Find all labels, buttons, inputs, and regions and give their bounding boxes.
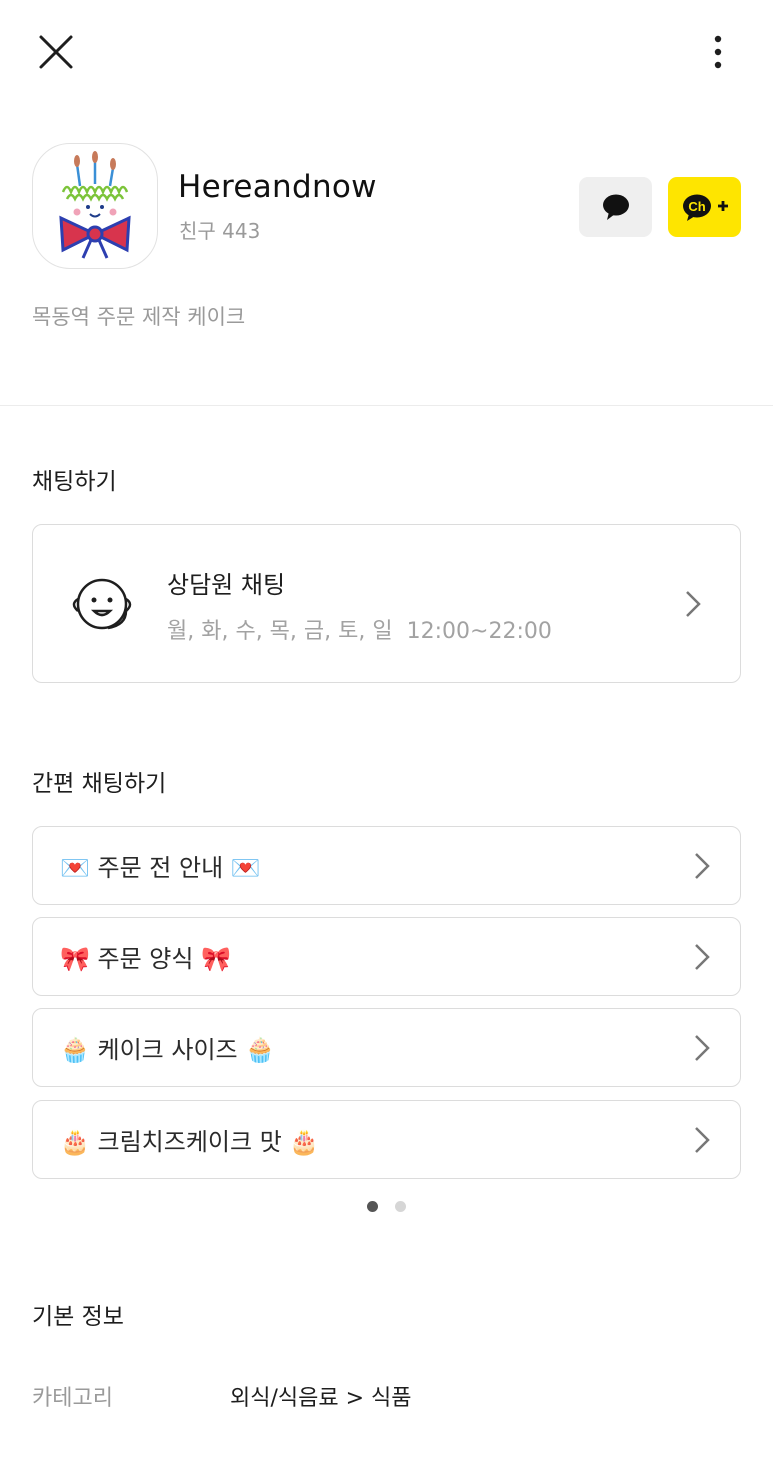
close-icon [39,35,73,69]
page-dot-inactive[interactable] [395,1201,406,1212]
quick-chat-item-order-form[interactable]: 🎀 주문 양식 🎀 [32,917,741,996]
page-indicator [367,1201,407,1213]
quick-chat-item-order-guide[interactable]: 💌 주문 전 안내 💌 [32,826,741,905]
more-vertical-icon [714,35,722,69]
channel-profile: Hereandnow 친구 443 Ch [0,143,773,273]
quick-chat-item-label: 🎀 주문 양식 🎀 [60,945,231,973]
friend-number: 443 [222,219,261,243]
quick-chat-item-cream-cheese-flavor[interactable]: 🎂 크림치즈케이크 맛 🎂 [32,1100,741,1179]
category-value: 외식/식음료 > 식품 [230,1386,412,1411]
quick-chat-item-label: 🧁 케이크 사이즈 🧁 [60,1036,276,1064]
chevron-right-icon [695,1035,710,1061]
chevron-right-icon [695,853,710,879]
category-label: 카테고리 [32,1386,113,1411]
agent-chat-title: 상담원 채팅 [167,571,286,599]
top-bar [0,0,773,105]
category-row: 카테고리 외식/식음료 > 식품 [0,1380,773,1411]
agent-chat-card[interactable]: 상담원 채팅 월, 화, 수, 목, 금, 토, 일 12:00~22:00 [32,524,741,683]
more-options-button[interactable] [700,30,736,74]
friend-label: 친구 [179,219,216,243]
chat-button[interactable] [579,177,652,237]
close-button[interactable] [36,32,76,72]
channel-add-icon: Ch [682,194,728,221]
channel-description: 목동역 주문 제작 케이크 [32,305,246,329]
agent-face-icon [72,578,132,630]
chat-section-title: 채팅하기 [32,469,117,495]
add-channel-button[interactable]: Ch [668,177,741,237]
agent-chat-time: 12:00~22:00 [406,619,552,644]
agent-chat-days: 월, 화, 수, 목, 금, 토, 일 [167,619,393,644]
channel-avatar[interactable] [32,143,158,269]
chevron-right-icon [695,1127,710,1153]
page-dot-active[interactable] [367,1201,378,1212]
friend-count: 친구 443 [179,215,260,244]
section-divider [0,405,773,406]
quick-chat-item-cake-size[interactable]: 🧁 케이크 사이즈 🧁 [32,1008,741,1087]
svg-text:Ch: Ch [688,199,705,214]
chevron-right-icon [686,591,701,617]
cake-mascot-icon [59,151,131,259]
quick-chat-item-label: 🎂 크림치즈케이크 맛 🎂 [60,1128,320,1156]
basic-info-section-title: 기본 정보 [32,1304,124,1330]
agent-chat-hours: 월, 화, 수, 목, 금, 토, 일 12:00~22:00 [167,613,552,645]
quick-chat-item-label: 💌 주문 전 안내 💌 [60,854,261,882]
quick-chat-section-title: 간편 채팅하기 [32,771,167,797]
channel-name: Hereandnow [178,169,377,205]
chevron-right-icon [695,944,710,970]
chat-bubble-icon [602,194,629,220]
